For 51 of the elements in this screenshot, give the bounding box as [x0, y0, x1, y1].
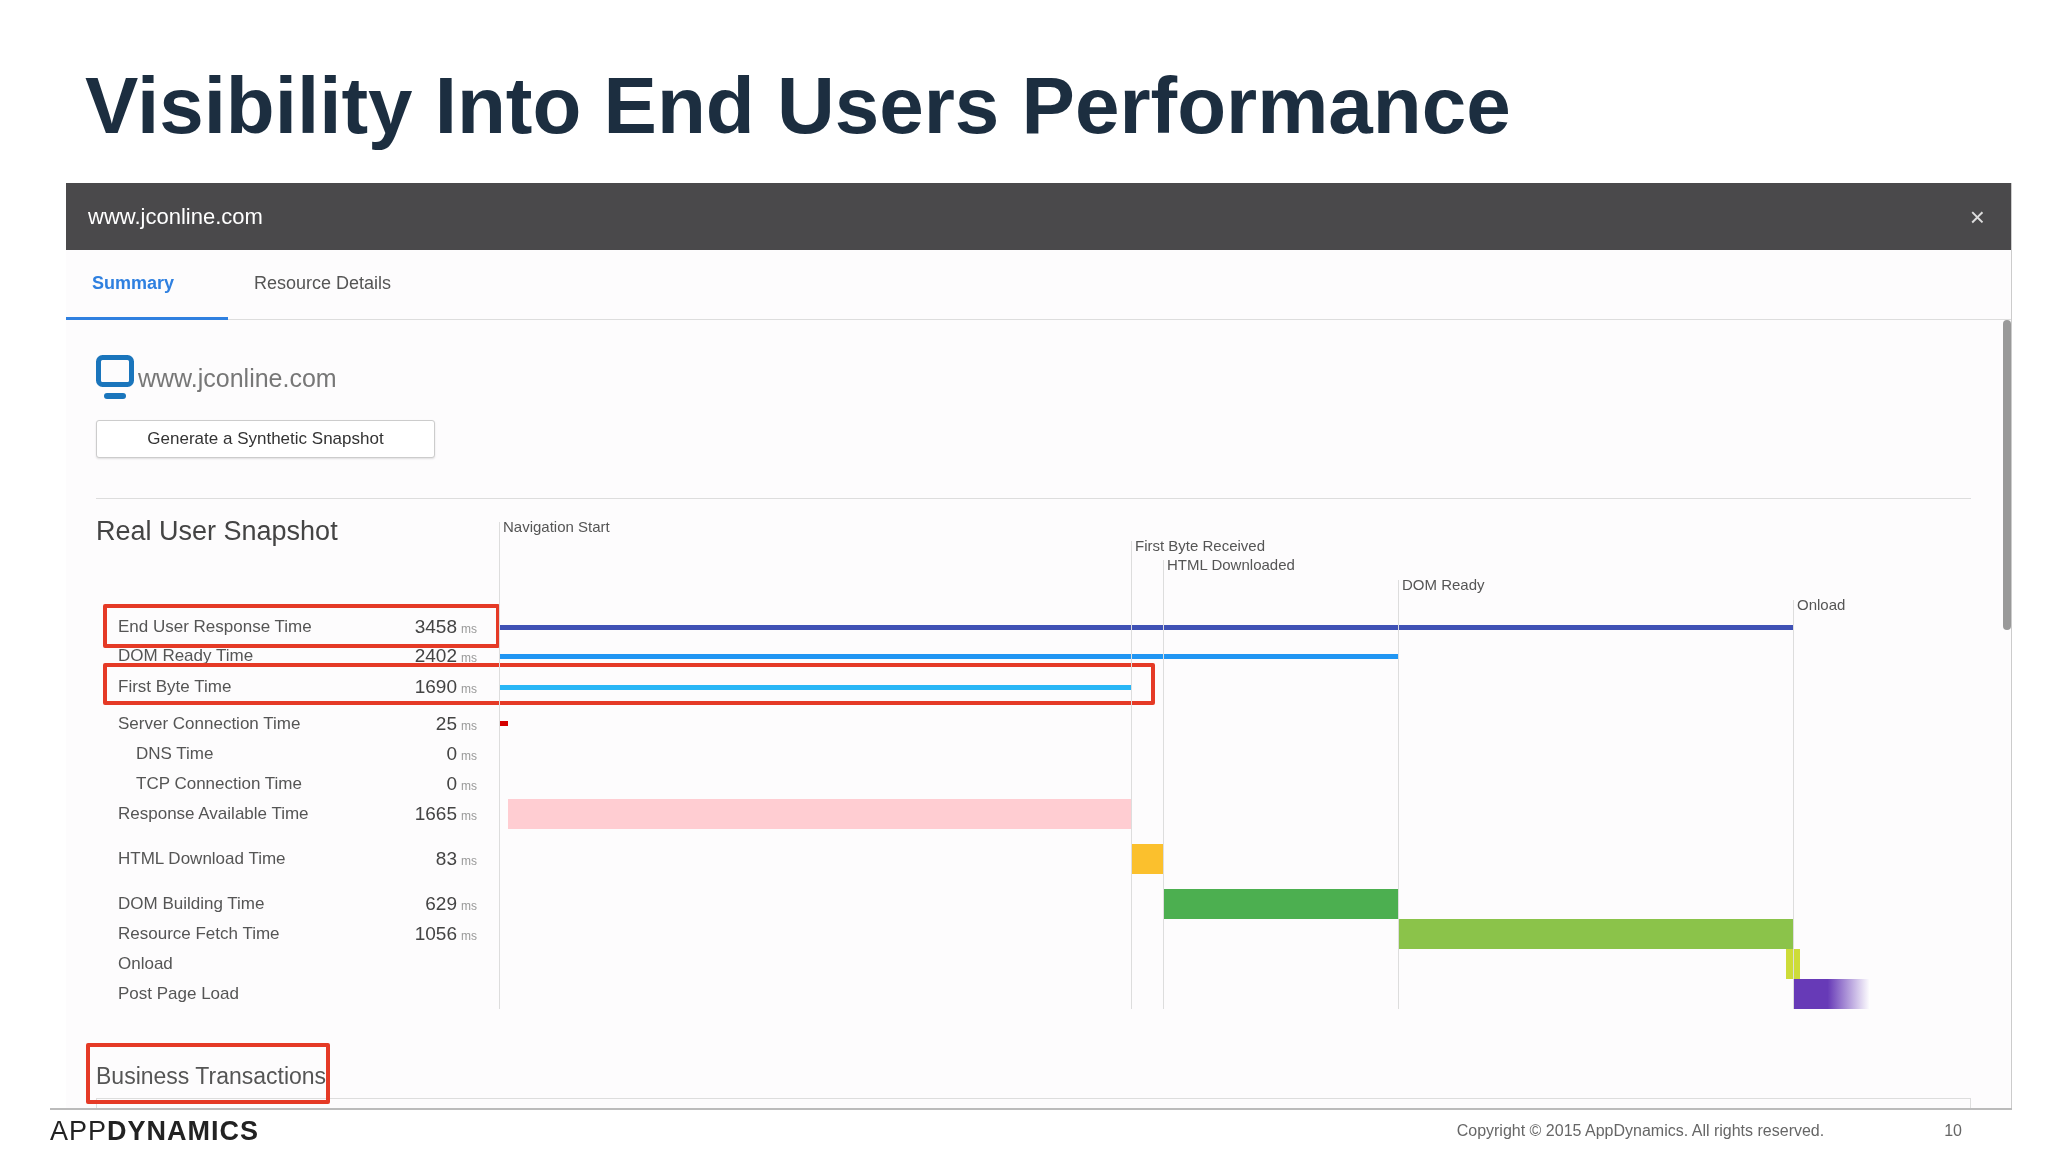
metric-value: 83	[435, 846, 457, 871]
synthetic-snapshot-button[interactable]: Generate a Synthetic Snapshot	[96, 420, 435, 458]
scrollbar-thumb[interactable]	[2003, 320, 2011, 630]
marker-label: DOM Ready	[1402, 576, 1485, 594]
metric-label: DOM Ready Time	[118, 645, 255, 668]
metric-label: Post Page Load	[118, 983, 240, 1006]
metric-label: HTML Download Time	[118, 848, 287, 871]
metric-value: 0	[446, 771, 457, 796]
close-button[interactable]: ×	[1965, 203, 1989, 230]
metric-label: Response Available Time	[118, 803, 310, 826]
company-logo: APPDYNAMICS	[50, 1114, 260, 1148]
page-number: 10	[1944, 1121, 1962, 1141]
marker-label: Navigation Start	[503, 518, 610, 536]
slide-title: Visibility Into End Users Performance	[85, 62, 1512, 150]
metric-value: 3458	[414, 614, 457, 639]
metric-value: 629	[425, 891, 457, 916]
copyright-text: Copyright © 2015 AppDynamics. All rights reserved.	[1456, 1121, 1825, 1141]
unit-label: ms	[461, 748, 477, 765]
metric-value: 2402	[414, 643, 457, 668]
metric-label: DNS Time	[135, 743, 215, 766]
unit-label: ms	[461, 681, 477, 698]
metric-label: Onload	[118, 953, 174, 976]
metric-value: 1690	[414, 674, 457, 699]
monitor-icon	[96, 355, 134, 402]
metric-value: 0	[446, 741, 457, 766]
marker-label: Onload	[1797, 596, 1846, 614]
metric-value: 1056	[414, 921, 457, 946]
tab[interactable]: Resource Details	[228, 250, 418, 320]
unit-label: ms	[461, 650, 477, 667]
unit-label: ms	[461, 808, 477, 825]
metric-label: First Byte Time	[118, 676, 233, 699]
marker-label: First Byte Received	[1135, 537, 1266, 555]
metric-value: 25	[435, 711, 457, 736]
marker-label: HTML Downloaded	[1167, 556, 1295, 574]
unit-label: ms	[461, 778, 477, 795]
page-url: www.jconline.com	[138, 362, 337, 394]
section-heading: Real User Snapshot	[96, 516, 338, 546]
metric-label: Server Connection Time	[118, 713, 302, 736]
metric-label: Resource Fetch Time	[118, 923, 281, 946]
section-heading: Business Transactions	[96, 1062, 327, 1091]
dialog-title: www.jconline.com	[88, 203, 263, 231]
tab[interactable]: Summary	[66, 250, 228, 320]
unit-label: ms	[461, 718, 477, 735]
metric-label: End User Response Time	[118, 616, 313, 639]
unit-label: ms	[461, 898, 477, 915]
metric-value: 1665	[414, 801, 457, 826]
metric-label: DOM Building Time	[118, 893, 266, 916]
unit-label: ms	[461, 621, 477, 638]
unit-label: ms	[461, 928, 477, 945]
unit-label: ms	[461, 853, 477, 870]
metric-label: TCP Connection Time	[135, 773, 303, 796]
